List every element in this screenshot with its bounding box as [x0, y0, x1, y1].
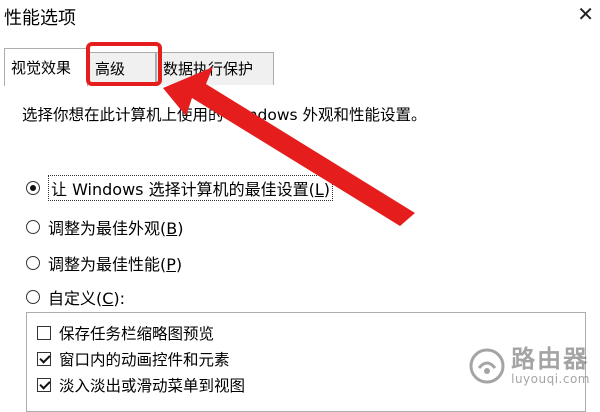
watermark-url: luyouqi.com — [511, 371, 590, 386]
router-logo-icon — [469, 348, 505, 384]
watermark: 路由器 luyouqi.com — [469, 346, 590, 386]
annotation-arrow-icon — [163, 67, 415, 226]
watermark-name: 路由器 — [511, 345, 590, 374]
